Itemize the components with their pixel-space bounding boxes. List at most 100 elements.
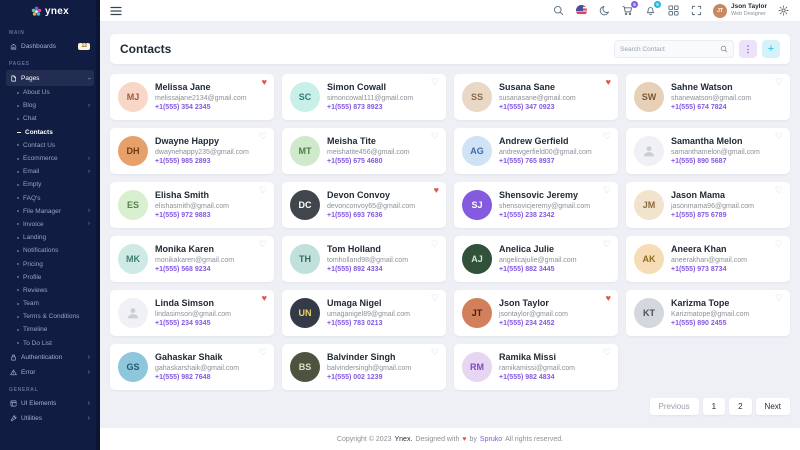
contact-card[interactable]: JTJson Taylorjsontaylor@gmail.com+1(555)…	[454, 290, 618, 336]
contact-phone[interactable]: +1(555) 693 7636	[327, 211, 415, 221]
sidebar-item-ecommerce[interactable]: Ecommerce›	[6, 152, 94, 165]
contact-card[interactable]: UNUmaga Nigelumaganigel89@gmail.com+1(55…	[282, 290, 446, 336]
contact-phone[interactable]: +1(555) 982 4834	[499, 373, 575, 383]
contact-phone[interactable]: +1(555) 890 5687	[671, 157, 760, 167]
sidebar-item-error[interactable]: Error›	[6, 365, 94, 380]
sidebar-item-email[interactable]: Email›	[6, 165, 94, 178]
contact-card[interactable]: SCSimon Cowallsimoncowal111@gmail.com+1(…	[282, 74, 446, 120]
settings-gear-icon[interactable]	[776, 4, 790, 18]
moon-icon[interactable]	[598, 4, 612, 18]
contact-card[interactable]: SSSusana Sanesusanasane@gmail.com+1(555)…	[454, 74, 618, 120]
heart-outline-icon[interactable]: ♡	[431, 294, 439, 303]
sidebar-item-utilities[interactable]: Utilities›	[6, 411, 94, 426]
favorite-heart-icon[interactable]: ♥	[606, 78, 611, 87]
contact-phone[interactable]: +1(555) 972 9883	[155, 211, 229, 221]
contact-card[interactable]: DHDwayne Happydwaynehappy235@gmail.com+1…	[110, 128, 274, 174]
fullscreen-icon[interactable]	[690, 4, 704, 18]
heart-outline-icon[interactable]: ♡	[259, 240, 267, 249]
contact-phone[interactable]: +1(555) 973 8734	[671, 265, 747, 275]
heart-outline-icon[interactable]: ♡	[603, 186, 611, 195]
sidebar-item-profile[interactable]: Profile	[6, 271, 94, 284]
favorite-heart-icon[interactable]: ♥	[606, 294, 611, 303]
cart-icon[interactable]: 5	[621, 4, 635, 18]
sidebar-item-notifications[interactable]: Notifications	[6, 244, 94, 257]
search-contact-input[interactable]	[620, 46, 720, 53]
user-menu[interactable]: JT Json Taylor Web Designer	[713, 3, 767, 18]
sidebar-item-terms-conditions[interactable]: Terms & Conditions	[6, 310, 94, 323]
sidebar-item-file-manager[interactable]: File Manager›	[6, 205, 94, 218]
sidebar-item-invoice[interactable]: Invoice›	[6, 218, 94, 231]
brand-logo[interactable]: ynex	[0, 0, 100, 22]
contact-card[interactable]: AKAneera Khananeerakhan@gmail.com+1(555)…	[626, 236, 790, 282]
contact-phone[interactable]: +1(555) 882 3445	[499, 265, 577, 275]
sidebar-item-pages[interactable]: Pages›	[6, 70, 94, 86]
sidebar-item-faq-s[interactable]: FAQ's	[6, 192, 94, 205]
more-options-button[interactable]: ⋮	[739, 40, 757, 58]
contact-phone[interactable]: +1(555) 873 8923	[327, 103, 413, 113]
heart-outline-icon[interactable]: ♡	[259, 186, 267, 195]
contact-phone[interactable]: +1(555) 354 2345	[155, 103, 247, 113]
contact-card[interactable]: ESElisha Smithelishasmith@gmail.com+1(55…	[110, 182, 274, 228]
contact-phone[interactable]: +1(555) 002 1239	[327, 373, 411, 383]
contact-card[interactable]: MTMeisha Titemeishatite456@gmail.com+1(5…	[282, 128, 446, 174]
sidebar-item-authentication[interactable]: Authentication›	[6, 350, 94, 365]
contact-card[interactable]: BSBalvinder Singhbalvindersingh@gmail.co…	[282, 344, 446, 390]
search-icon[interactable]	[720, 45, 728, 53]
heart-outline-icon[interactable]: ♡	[431, 240, 439, 249]
sidebar-item-blog[interactable]: Blog›	[6, 99, 94, 112]
menu-icon[interactable]	[110, 5, 122, 17]
contact-card[interactable]: Samantha Melonsamanthamelon@gmail.com+1(…	[626, 128, 790, 174]
heart-outline-icon[interactable]: ♡	[431, 348, 439, 357]
footer-spruko-link[interactable]: Spruko	[480, 436, 502, 443]
contact-phone[interactable]: +1(555) 347 0923	[499, 103, 576, 113]
sidebar-item-about-us[interactable]: About Us	[6, 86, 94, 99]
heart-outline-icon[interactable]: ♡	[775, 294, 783, 303]
contact-card[interactable]: MJMelissa Janemelissajane2134@gmail.com+…	[110, 74, 274, 120]
contact-phone[interactable]: +1(555) 875 6789	[671, 211, 754, 221]
contact-phone[interactable]: +1(555) 985 2893	[155, 157, 249, 167]
pagination-previous-button[interactable]: Previous	[650, 398, 699, 415]
contact-card[interactable]: JMJason Mamajasonmama96@gmail.com+1(555)…	[626, 182, 790, 228]
contact-phone[interactable]: +1(555) 234 9345	[155, 319, 231, 329]
contact-phone[interactable]: +1(555) 234 2452	[499, 319, 568, 329]
heart-outline-icon[interactable]: ♡	[603, 348, 611, 357]
heart-outline-icon[interactable]: ♡	[775, 186, 783, 195]
contact-card[interactable]: AGAndrew Gerfieldandrewgerfield00@gmail.…	[454, 128, 618, 174]
sidebar-item-contact-us[interactable]: Contact Us	[6, 139, 94, 152]
sidebar-item-chat[interactable]: Chat	[6, 112, 94, 125]
sidebar-item-pricing[interactable]: Pricing	[6, 257, 94, 270]
add-contact-button[interactable]: +	[762, 40, 780, 58]
sidebar-item-empty[interactable]: Empty	[6, 178, 94, 191]
heart-outline-icon[interactable]: ♡	[259, 132, 267, 141]
contact-phone[interactable]: +1(555) 765 8937	[499, 157, 592, 167]
sidebar-item-team[interactable]: Team	[6, 297, 94, 310]
contact-phone[interactable]: +1(555) 568 9234	[155, 265, 234, 275]
contact-card[interactable]: RMRamika Missiramikamissi@gmail.com+1(55…	[454, 344, 618, 390]
pagination-next-button[interactable]: Next	[756, 398, 790, 415]
sidebar-item-reviews[interactable]: Reviews	[6, 284, 94, 297]
bell-icon[interactable]: 5	[644, 4, 658, 18]
contact-card[interactable]: GSGahaskar Shaikgahaskarshaik@gmail.com+…	[110, 344, 274, 390]
heart-outline-icon[interactable]: ♡	[431, 78, 439, 87]
contact-card[interactable]: AJAnelica Julieangelicajulie@gmail.com+1…	[454, 236, 618, 282]
contact-card[interactable]: DCDevon Convoydevonconvoy65@gmail.com+1(…	[282, 182, 446, 228]
contact-card[interactable]: SWSahne Watsonshanewatson@gmail.com+1(55…	[626, 74, 790, 120]
pagination-page-1-button[interactable]: 1	[703, 398, 725, 415]
contact-card[interactable]: KTKarizma TopeKarizmatope@gmail.com+1(55…	[626, 290, 790, 336]
contact-phone[interactable]: +1(555) 783 0213	[327, 319, 410, 329]
sidebar-item-contacts[interactable]: Contacts	[6, 126, 94, 139]
heart-outline-icon[interactable]: ♡	[775, 240, 783, 249]
sidebar-item-ui-elements[interactable]: UI Elements›	[6, 396, 94, 411]
pagination-page-2-button[interactable]: 2	[729, 398, 751, 415]
contact-phone[interactable]: +1(555) 982 7648	[155, 373, 239, 383]
apps-grid-icon[interactable]	[667, 4, 681, 18]
contact-card[interactable]: MKMonika Karenmonikakaren@gmail.com+1(55…	[110, 236, 274, 282]
heart-outline-icon[interactable]: ♡	[775, 132, 783, 141]
favorite-heart-icon[interactable]: ♥	[262, 78, 267, 87]
contact-phone[interactable]: +1(555) 892 4334	[327, 265, 408, 275]
contact-card[interactable]: Linda Simsonlindasimson@gmail.com+1(555)…	[110, 290, 274, 336]
contact-card[interactable]: SJShensovic Jeremyshensovicjeremy@gmail.…	[454, 182, 618, 228]
sidebar-item-dashboards[interactable]: Dashboards12	[6, 39, 94, 54]
sidebar-item-to-do-list[interactable]: To Do List	[6, 337, 94, 350]
heart-outline-icon[interactable]: ♡	[775, 78, 783, 87]
